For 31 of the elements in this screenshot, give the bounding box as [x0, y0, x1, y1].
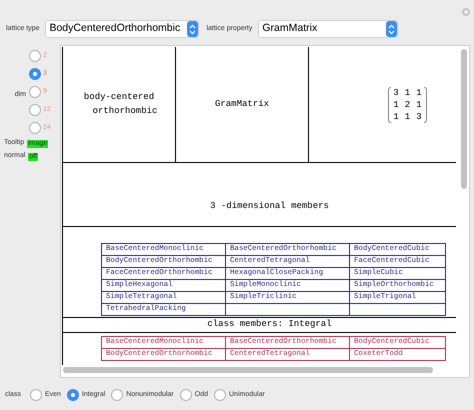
matrix-entry: 2	[404, 98, 410, 110]
radio-button[interactable]	[30, 389, 42, 401]
matrix-entry: 3	[393, 86, 399, 98]
lattice-name: body-centered	[84, 91, 154, 104]
stepper-icon	[386, 21, 398, 37]
radio-button[interactable]	[66, 389, 79, 401]
matrix-entry: 3	[416, 110, 422, 122]
vertical-scrollbar[interactable]	[461, 49, 467, 189]
matrix-entry: 1	[404, 86, 410, 98]
property-name: GramMatrix	[214, 98, 269, 111]
lattice-name: orthorhombic	[92, 104, 158, 118]
radio-button[interactable]	[29, 104, 41, 116]
matrix-entry: 1	[393, 110, 399, 122]
dropdown[interactable]: BodyCenteredOrthorhombic	[45, 20, 200, 38]
radio-button[interactable]	[214, 389, 226, 401]
radio-button[interactable]	[29, 68, 41, 80]
radio-button[interactable]	[29, 50, 41, 62]
matrix-entry: 1	[404, 110, 410, 122]
radio-button[interactable]	[29, 86, 41, 98]
radio-button[interactable]	[180, 389, 192, 401]
radio-button[interactable]	[111, 389, 124, 401]
matrix-entry: 1	[393, 98, 399, 110]
section-heading: 3 -dimensional members	[209, 200, 329, 212]
horizontal-scrollbar[interactable]	[63, 367, 433, 373]
radio-button[interactable]	[29, 122, 41, 134]
stepper-icon	[187, 21, 198, 37]
settings-icon[interactable]	[462, 8, 470, 16]
section-heading: class members: Integral	[206, 318, 332, 332]
matrix-entry: 1	[416, 86, 422, 98]
matrix-entry: 1	[416, 98, 422, 110]
dropdown[interactable]: GramMatrix	[258, 20, 398, 38]
